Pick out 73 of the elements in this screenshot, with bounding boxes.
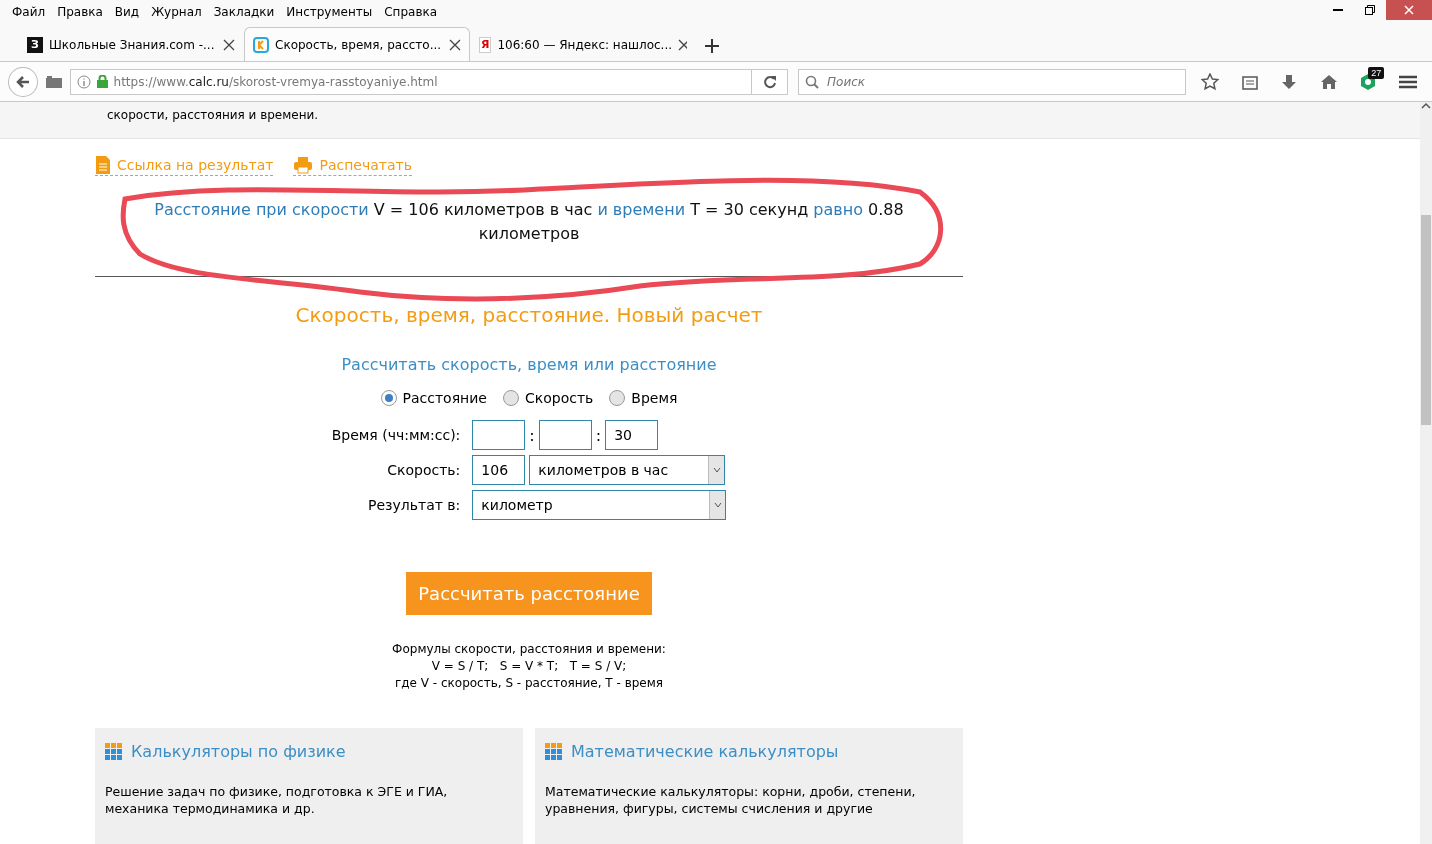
- field-label: Результат в:: [367, 497, 461, 513]
- menu-icon: [1399, 74, 1418, 89]
- minimize-icon: [1333, 9, 1343, 11]
- tab-title: Скорость, время, рассто...: [275, 37, 443, 52]
- radio-label: Время: [631, 390, 678, 406]
- scrollbar-thumb[interactable]: [1421, 215, 1431, 425]
- arrow-left-icon: [14, 73, 31, 90]
- home-icon: [1319, 73, 1338, 90]
- lock-icon: [96, 75, 108, 88]
- close-icon[interactable]: [449, 38, 461, 51]
- url-text: https://www.calc.ru/skorost-vremya-rasstoyaniye.html: [113, 74, 438, 89]
- list-icon: [1241, 73, 1258, 90]
- reload-icon: [762, 74, 777, 89]
- calculator-logo-icon: [253, 36, 269, 53]
- form-heading: Рассчитать скорость, время или расстояние: [341, 355, 717, 374]
- info-icon: [76, 74, 91, 89]
- address-bar[interactable]: https://www.calc.ru/skorost-vremya-rasstoyaniye.html: [69, 68, 753, 95]
- restore-icon: [1365, 5, 1375, 15]
- document-icon: [95, 155, 111, 175]
- close-icon: [1404, 5, 1414, 15]
- unit-dropdown[interactable]: километр: [472, 490, 727, 520]
- field-label: Скорость:: [386, 462, 461, 478]
- reload-button[interactable]: [752, 68, 788, 95]
- site-favicon: З: [27, 36, 43, 53]
- intro-text: скорости, расстояния и времени.: [107, 108, 319, 122]
- site-favicon: Я: [479, 36, 492, 53]
- tab-title: Школьные Знания.com -...: [49, 37, 216, 52]
- menu-item[interactable]: Журнал: [145, 5, 208, 19]
- time-separator: :: [529, 425, 535, 445]
- card-description: Математические калькуляторы: корни, дроби, степени, уравнения, фигуры, системы счисления и другие: [545, 783, 917, 817]
- search-box[interactable]: Поиск: [798, 68, 1186, 95]
- menu-item[interactable]: Правка: [51, 5, 109, 19]
- card-description: Решение задач по физике, подготовка к ЭГЕ и ГИА, механика термодинамика и др.: [105, 783, 449, 817]
- browser-tab[interactable]: Скорость, время, рассто...: [244, 27, 470, 61]
- radio-label: Расстояние: [402, 390, 487, 406]
- section-heading: Скорость, время, расстояние. Новый расчет: [295, 303, 763, 327]
- plus-icon: [705, 39, 719, 53]
- extension-button[interactable]: 27: [1352, 66, 1385, 97]
- unit-dropdown[interactable]: километров в час: [529, 455, 726, 485]
- search-icon: [805, 74, 819, 89]
- input-field[interactable]: 30: [605, 420, 659, 450]
- formula-text: Формулы скорости, расстояния и времени:: [392, 641, 666, 658]
- input-field[interactable]: [538, 420, 592, 450]
- menu-item[interactable]: Справка: [378, 5, 444, 19]
- grid-icon: [105, 742, 123, 761]
- radio-button[interactable]: [380, 390, 397, 406]
- result-sentence: Расстояние при скорости V = 106 километров в час и времени T = 30 секунд равно 0.88 километров: [153, 199, 905, 245]
- close-icon[interactable]: [678, 38, 687, 51]
- formula-text: где V - скорость, S - расстояние, T - время: [395, 675, 663, 692]
- field-label: Время (чч:мм:сс):: [331, 427, 461, 443]
- tab-title: 106:60 — Яндекс: нашлос...: [497, 37, 673, 52]
- browser-tab[interactable]: З Школьные Знания.com -...: [18, 27, 244, 61]
- grid-icon: [545, 742, 563, 761]
- star-icon: [1200, 72, 1219, 91]
- input-field[interactable]: 106: [472, 455, 526, 485]
- radio-button[interactable]: [503, 390, 519, 406]
- printer-icon: [293, 156, 314, 174]
- menu-item[interactable]: Инструменты: [280, 5, 379, 19]
- radio-label: Скорость: [525, 390, 594, 406]
- menu-item[interactable]: Файл: [6, 5, 52, 19]
- download-arrow-icon: [1281, 73, 1298, 90]
- close-icon[interactable]: [223, 38, 235, 51]
- menu-item[interactable]: Закладки: [207, 5, 281, 19]
- notification-badge: 27: [1368, 66, 1385, 79]
- back-button[interactable]: [8, 66, 38, 97]
- input-field[interactable]: [472, 420, 526, 450]
- browser-tab[interactable]: Я 106:60 — Яндекс: нашлос...: [470, 27, 696, 61]
- menu-item[interactable]: Вид: [108, 5, 146, 19]
- formula-text: V = S / T; S = V * T; T = S / V;: [431, 658, 627, 675]
- radio-button[interactable]: [609, 390, 626, 406]
- library-icon: [45, 75, 62, 88]
- scroll-up-icon[interactable]: [1421, 102, 1431, 110]
- time-separator: :: [595, 425, 602, 445]
